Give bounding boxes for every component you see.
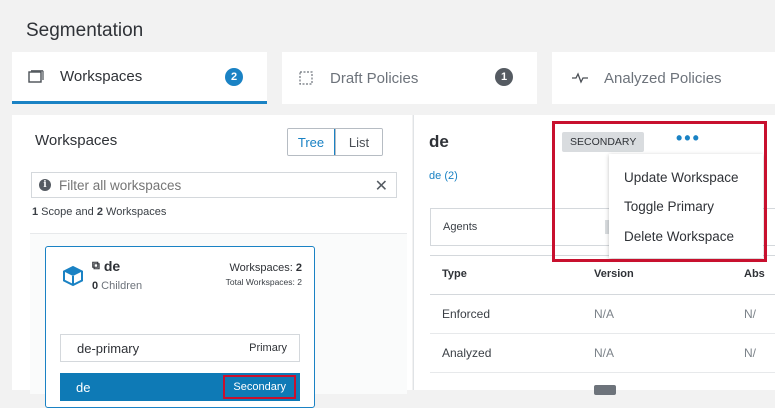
workspace-row-role: Primary <box>249 342 287 354</box>
table-row: Enforced N/A N/ <box>430 295 775 334</box>
workspace-row-role: Secondary <box>223 375 296 399</box>
filter-input[interactable] <box>57 176 361 194</box>
cube-icon <box>62 265 84 287</box>
menu-item-delete-workspace[interactable]: Delete Workspace <box>624 229 734 244</box>
workspaces-value: 2 <box>295 262 302 274</box>
status-badge: SECONDARY <box>562 132 645 152</box>
table-cell: Enforced <box>442 307 491 321</box>
menu-item-toggle-primary[interactable]: Toggle Primary <box>624 199 714 214</box>
table-cell: N/A <box>594 307 615 321</box>
scope-icon: ⧉ <box>92 259 100 272</box>
table-row: Analyzed N/A N/ <box>430 334 775 373</box>
version-badge <box>594 385 616 395</box>
workspace-actions-menu: Update Workspace Toggle Primary Delete W… <box>609 154 763 258</box>
table-cell: N/ <box>744 346 756 360</box>
tab-analyzed-policies[interactable]: Analyzed Policies C <box>552 52 775 104</box>
workspace-text: Workspaces <box>102 206 167 218</box>
total-workspaces: Total Workspaces: 2 <box>225 277 302 287</box>
scope-summary: 1 Scope and 2 Workspaces <box>32 206 166 218</box>
view-toggle: Tree List <box>287 128 383 156</box>
tab-label: Draft Policies <box>330 69 419 87</box>
table-header: Type Version Abs <box>430 255 775 295</box>
link-count: (2) <box>444 170 458 182</box>
workspace-card[interactable]: ⧉ de 0 Children Workspaces: 2 Total Work… <box>45 246 315 408</box>
list-view-button[interactable]: List <box>335 129 382 155</box>
workspaces-count: Workspaces: 2 <box>229 262 302 274</box>
tab-label: Workspaces <box>60 68 143 85</box>
children-label: Children <box>98 280 143 292</box>
column-header: Version <box>594 268 634 280</box>
children-count: 0 Children <box>92 280 142 292</box>
workspaces-label: Workspaces: <box>229 262 296 274</box>
tab-label: Analyzed Policies <box>604 69 722 87</box>
workspace-row-primary[interactable]: de-primary Primary <box>60 334 300 362</box>
workspace-name: ⧉ de <box>92 258 120 274</box>
workspace-row-name: de-primary <box>77 340 140 356</box>
filter-box: i ✕ <box>31 172 397 198</box>
table-cell: Analyzed <box>442 346 492 360</box>
link-text: de <box>429 170 442 182</box>
workspace-link[interactable]: de (2) <box>429 170 458 182</box>
workspace-row-secondary[interactable]: de Secondary <box>60 373 300 401</box>
agents-label: Agents <box>443 221 478 233</box>
tab-workspaces[interactable]: Workspaces 2 <box>12 52 267 104</box>
close-icon[interactable]: ✕ <box>375 176 388 196</box>
workspace-row-name: de <box>76 379 91 395</box>
menu-item-update-workspace[interactable]: Update Workspace <box>624 170 739 185</box>
panel-title: Workspaces <box>35 132 118 149</box>
dashed-square-icon <box>296 68 316 88</box>
table-row <box>430 373 775 395</box>
column-header: Abs <box>744 268 765 280</box>
window-icon <box>26 67 46 87</box>
tree-view-button[interactable]: Tree <box>288 129 335 155</box>
info-icon: i <box>39 179 51 191</box>
more-options-button[interactable]: ••• <box>676 129 701 147</box>
page-title: Segmentation <box>26 20 144 41</box>
table-cell: N/A <box>594 346 615 360</box>
tab-bar: Workspaces 2 Draft Policies 1 Analyzed P… <box>12 52 775 104</box>
scope-text: Scope and <box>38 206 97 218</box>
count-badge: 1 <box>495 68 513 86</box>
policy-table: Type Version Abs Enforced N/A N/ Analyze… <box>430 255 775 395</box>
pulse-icon <box>570 68 590 88</box>
workspace-name-text: de <box>103 258 121 274</box>
count-badge: 2 <box>225 68 243 86</box>
table-cell: N/ <box>744 307 756 321</box>
column-header: Type <box>442 268 467 280</box>
workspace-title: de <box>429 132 449 151</box>
tab-draft-policies[interactable]: Draft Policies 1 <box>282 52 537 104</box>
